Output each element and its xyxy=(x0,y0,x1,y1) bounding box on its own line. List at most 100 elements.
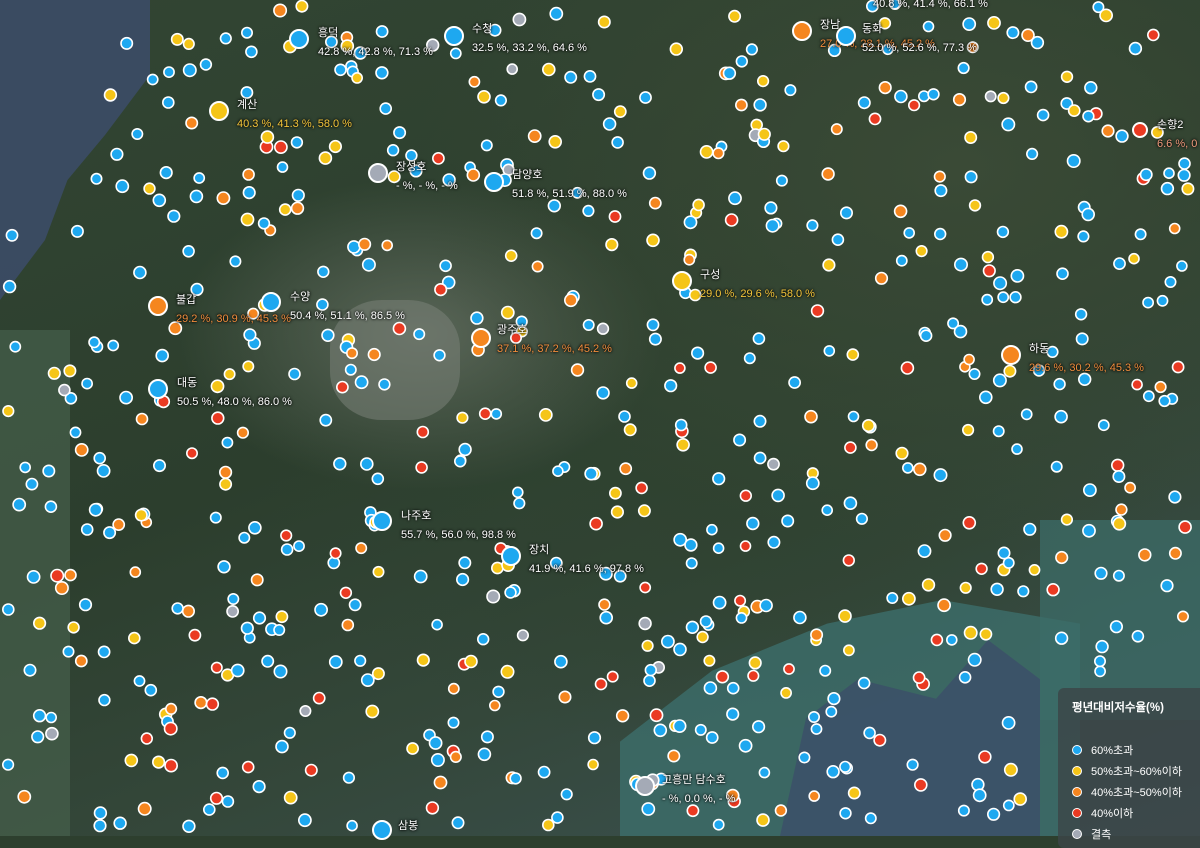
reservoir-dot[interactable] xyxy=(641,802,656,816)
reservoir-dot[interactable] xyxy=(777,140,790,153)
reservoir-dot[interactable] xyxy=(705,731,719,744)
reservoir-dot[interactable] xyxy=(699,615,713,628)
reservoir-dot[interactable] xyxy=(1077,230,1090,243)
reservoir-dot[interactable] xyxy=(753,414,767,428)
reservoir-dot[interactable] xyxy=(500,305,515,320)
reservoir-dot[interactable] xyxy=(194,695,208,710)
reservoir-dot[interactable] xyxy=(103,526,117,540)
reservoir-dot[interactable] xyxy=(747,669,760,682)
reservoir-dot[interactable] xyxy=(1023,522,1037,536)
reservoir-dot[interactable] xyxy=(804,409,818,424)
reservoir-dot[interactable] xyxy=(347,240,361,254)
reservoir-dot[interactable] xyxy=(290,201,305,215)
reservoir-dot[interactable] xyxy=(242,168,255,181)
reservoir-dot[interactable] xyxy=(895,446,909,460)
reservoir-dot[interactable] xyxy=(1024,80,1038,94)
reservoir-dot[interactable] xyxy=(80,523,94,536)
reservoir-dot[interactable] xyxy=(961,423,975,437)
reservoir-dot[interactable] xyxy=(152,193,167,208)
reservoir-dot[interactable] xyxy=(673,642,687,657)
reservoir-dot[interactable] xyxy=(1066,154,1081,169)
reservoir-marker[interactable] xyxy=(1001,345,1021,365)
reservoir-dot[interactable] xyxy=(1002,799,1015,812)
reservoir-dot[interactable] xyxy=(129,566,142,578)
reservoir-dot[interactable] xyxy=(468,75,481,88)
reservoir-dot[interactable] xyxy=(333,457,347,471)
reservoir-dot[interactable] xyxy=(686,804,700,818)
reservoir-dot[interactable] xyxy=(297,813,312,828)
reservoir-dot[interactable] xyxy=(1001,117,1016,132)
reservoir-dot[interactable] xyxy=(685,557,698,570)
reservoir-dot[interactable] xyxy=(500,664,515,679)
reservoir-dot[interactable] xyxy=(273,664,288,679)
reservoir-dot[interactable] xyxy=(839,807,852,820)
reservoir-dot[interactable] xyxy=(964,170,978,184)
reservoir-dot[interactable] xyxy=(1115,129,1129,143)
reservoir-marker[interactable] xyxy=(501,546,521,566)
reservoir-dot[interactable] xyxy=(12,497,27,512)
reservoir-marker[interactable] xyxy=(471,328,491,348)
reservoir-dot[interactable] xyxy=(1099,8,1113,23)
reservoir-dot[interactable] xyxy=(93,451,106,465)
reservoir-dot[interactable] xyxy=(1147,28,1160,42)
reservoir-dot[interactable] xyxy=(706,523,718,536)
reservoir-dot[interactable] xyxy=(641,639,654,652)
reservoir-dot[interactable] xyxy=(996,225,1010,239)
reservoir-dot[interactable] xyxy=(907,99,921,112)
reservoir-dot[interactable] xyxy=(541,818,555,832)
reservoir-dot[interactable] xyxy=(886,591,899,604)
reservoir-dot[interactable] xyxy=(683,215,698,230)
reservoir-dot[interactable] xyxy=(290,136,304,149)
reservoir-dot[interactable] xyxy=(1101,124,1115,138)
reservoir-marker[interactable] xyxy=(372,820,392,840)
reservoir-dot[interactable] xyxy=(537,765,551,779)
reservoir-dot[interactable] xyxy=(1074,308,1088,321)
reservoir-dot[interactable] xyxy=(203,803,216,816)
reservoir-dot[interactable] xyxy=(527,129,542,143)
reservoir-dot[interactable] xyxy=(674,362,686,374)
reservoir-dot[interactable] xyxy=(712,595,727,610)
reservoir-dot[interactable] xyxy=(205,697,220,711)
reservoir-dot[interactable] xyxy=(1028,564,1041,576)
reservoir-dot[interactable] xyxy=(863,726,876,740)
reservoir-dot[interactable] xyxy=(1112,569,1125,582)
reservoir-dot[interactable] xyxy=(185,116,199,130)
reservoir-dot[interactable] xyxy=(216,191,231,205)
reservoir-dot[interactable] xyxy=(1168,222,1181,235)
reservoir-dot[interactable] xyxy=(477,90,491,104)
reservoir-dot[interactable] xyxy=(937,598,951,613)
reservoir-marker[interactable] xyxy=(289,29,309,49)
reservoir-dot[interactable] xyxy=(321,328,335,342)
reservoir-dot[interactable] xyxy=(478,407,492,421)
reservoir-marker[interactable] xyxy=(672,271,692,291)
reservoir-dot[interactable] xyxy=(684,538,698,552)
reservoir-dot[interactable] xyxy=(963,625,978,640)
reservoir-dot[interactable] xyxy=(1050,460,1063,473)
reservoir-dot[interactable] xyxy=(756,813,770,827)
reservoir-dot[interactable] xyxy=(1054,631,1069,645)
reservoir-dot[interactable] xyxy=(360,673,375,687)
reservoir-dot[interactable] xyxy=(1163,167,1175,179)
reservoir-dot[interactable] xyxy=(2,758,15,771)
reservoir-dot[interactable] xyxy=(431,618,443,631)
reservoir-dot[interactable] xyxy=(1112,516,1127,531)
reservoir-dot[interactable] xyxy=(735,98,748,112)
reservoir-dot[interactable] xyxy=(1060,70,1074,84)
reservoir-dot[interactable] xyxy=(1001,716,1016,730)
reservoir-dot[interactable] xyxy=(88,336,101,349)
reservoir-dot[interactable] xyxy=(273,3,288,18)
reservoir-dot[interactable] xyxy=(339,586,353,599)
reservoir-marker[interactable] xyxy=(444,26,464,46)
reservoir-dot[interactable] xyxy=(1110,458,1125,472)
reservoir-dot[interactable] xyxy=(643,674,656,688)
reservoir-dot[interactable] xyxy=(70,224,84,238)
reservoir-marker[interactable] xyxy=(484,172,504,192)
reservoir-dot[interactable] xyxy=(335,380,349,394)
reservoir-marker[interactable] xyxy=(836,26,856,46)
reservoir-dot[interactable] xyxy=(275,610,289,624)
reservoir-dot[interactable] xyxy=(611,136,624,149)
reservoir-dot[interactable] xyxy=(964,131,978,145)
reservoir-dot[interactable] xyxy=(1020,408,1033,421)
reservoir-dot[interactable] xyxy=(329,547,342,560)
reservoir-dot[interactable] xyxy=(1082,110,1095,123)
